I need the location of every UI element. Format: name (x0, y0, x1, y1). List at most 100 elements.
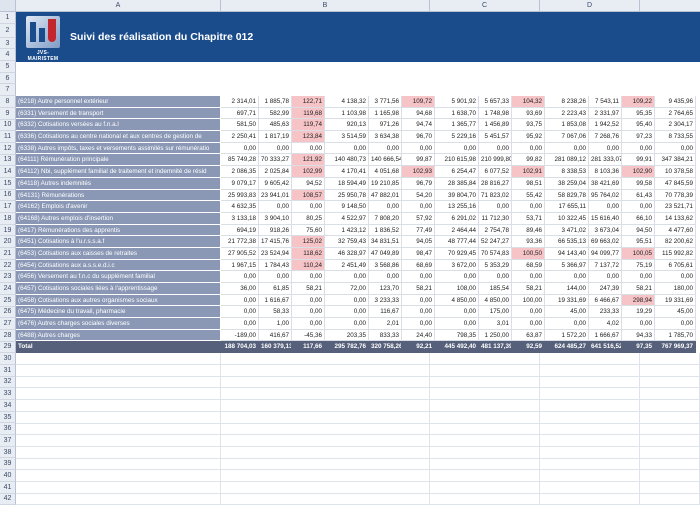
amount-cell[interactable]: 58,33 (259, 306, 292, 319)
amount-cell[interactable]: 15 616,40 (589, 212, 622, 225)
row-number-28[interactable]: 28 (0, 329, 16, 342)
ratio-cell[interactable]: 94,33 (622, 329, 655, 342)
ratio-cell[interactable]: 96,70 (402, 131, 435, 143)
amount-cell[interactable]: 140 480,73 (325, 154, 369, 167)
ratio-cell[interactable]: 100,50 (512, 247, 545, 260)
amount-cell[interactable]: 1 785,70 (655, 329, 696, 342)
amount-cell[interactable]: 3 568,86 (369, 259, 402, 272)
amount-cell[interactable]: 1 942,52 (589, 119, 622, 132)
amount-cell[interactable]: 69 663,02 (589, 236, 622, 248)
ratio-cell[interactable]: 121,92 (292, 154, 325, 167)
row-number-33[interactable]: 33 (0, 388, 16, 400)
amount-cell[interactable]: 7 808,20 (369, 212, 402, 225)
amount-cell[interactable]: 1 456,89 (479, 119, 512, 132)
amount-cell[interactable]: 1 666,67 (589, 329, 622, 342)
row-number-26[interactable]: 26 (0, 306, 16, 319)
empty-row[interactable] (16, 376, 700, 389)
amount-cell[interactable]: 1 165,98 (369, 107, 402, 120)
ratio-cell[interactable]: 0,00 (292, 318, 325, 330)
row-number-22[interactable]: 22 (0, 259, 16, 272)
ratio-cell[interactable]: 119,68 (292, 107, 325, 120)
amount-cell[interactable]: 9 435,96 (655, 96, 696, 108)
amount-cell[interactable]: 3,01 (479, 318, 512, 330)
amount-cell[interactable]: 0,00 (369, 201, 402, 213)
ratio-cell[interactable]: 102,90 (622, 166, 655, 178)
amount-cell[interactable]: 94 143,40 (545, 247, 589, 260)
row-label[interactable]: (6488) Autres charges (16, 329, 221, 342)
ratio-cell[interactable]: 102,99 (292, 166, 325, 178)
amount-cell[interactable]: 210 999,80 (479, 154, 512, 167)
row-label[interactable]: (6451) Cotisations à l'u.r.s.s.a.f (16, 236, 221, 248)
amount-cell[interactable]: 5 451,57 (479, 131, 512, 143)
row-number-20[interactable]: 20 (0, 236, 16, 249)
amount-cell[interactable]: 4 170,41 (325, 166, 369, 178)
amount-cell[interactable]: 2 451,49 (325, 259, 369, 272)
ratio-cell[interactable]: 119,74 (292, 119, 325, 132)
row-number-23[interactable]: 23 (0, 271, 16, 284)
amount-cell[interactable]: 694,19 (221, 224, 259, 237)
amount-cell[interactable]: 798,35 (435, 329, 479, 342)
row-label[interactable]: (6338) Autres impôts, taxes et versement… (16, 142, 221, 155)
ratio-cell[interactable]: 80,25 (292, 212, 325, 225)
amount-cell[interactable]: 281 333,07 (589, 154, 622, 167)
row-number-13[interactable]: 13 (0, 154, 16, 167)
ratio-cell[interactable]: 94,50 (622, 224, 655, 237)
row-label[interactable]: (64112) Nbi, supplément familial de trai… (16, 166, 221, 178)
row-number-39[interactable]: 39 (0, 458, 16, 471)
amount-cell[interactable]: 0,00 (221, 318, 259, 330)
amount-cell[interactable]: 1 250,00 (479, 329, 512, 342)
amount-cell[interactable]: 144,00 (545, 283, 589, 295)
amount-cell[interactable]: 70 574,83 (479, 247, 512, 260)
row-number-42[interactable]: 42 (0, 493, 16, 506)
row-label[interactable]: (64168) Autres emplois d'insertion (16, 212, 221, 225)
amount-cell[interactable]: 175,00 (479, 306, 512, 319)
amount-cell[interactable]: 2 223,43 (545, 107, 589, 120)
amount-cell[interactable]: 582,99 (259, 107, 292, 120)
ratio-cell[interactable]: 94,52 (292, 177, 325, 190)
amount-cell[interactable]: 58 829,78 (545, 189, 589, 202)
amount-cell[interactable]: 71 823,02 (479, 189, 512, 202)
amount-cell[interactable]: 0,00 (259, 271, 292, 283)
amount-cell[interactable]: 19 210,85 (369, 177, 402, 190)
row-label[interactable]: (6218) Autre personnel extérieur (16, 96, 221, 108)
amount-cell[interactable]: 5 657,33 (479, 96, 512, 108)
amount-cell[interactable]: 0,00 (325, 318, 369, 330)
amount-cell[interactable]: 1 967,15 (221, 259, 259, 272)
amount-cell[interactable]: 641 516,52 (589, 341, 622, 354)
ratio-cell[interactable]: 0,00 (512, 142, 545, 155)
row-number-24[interactable]: 24 (0, 283, 16, 295)
amount-cell[interactable]: 3 471,02 (545, 224, 589, 237)
amount-cell[interactable]: 6 466,67 (589, 294, 622, 307)
amount-cell[interactable]: 48 777,44 (435, 236, 479, 248)
amount-cell[interactable]: 481 137,39 (479, 341, 512, 354)
row-label[interactable]: (6417) Rémunérations des apprentis (16, 224, 221, 237)
amount-cell[interactable]: 0,00 (589, 271, 622, 283)
empty-row[interactable] (16, 400, 700, 412)
ratio-cell[interactable]: 58,21 (512, 283, 545, 295)
amount-cell[interactable]: 4 632,35 (221, 201, 259, 213)
amount-cell[interactable]: 8 103,36 (589, 166, 622, 178)
ratio-cell[interactable]: 99,87 (402, 154, 435, 167)
row-number-6[interactable]: 6 (0, 72, 16, 85)
row-label[interactable]: (64111) Rémunération principale (16, 154, 221, 167)
row-number-31[interactable]: 31 (0, 364, 16, 377)
amount-cell[interactable]: 0,00 (589, 142, 622, 155)
amount-cell[interactable]: 11 712,30 (479, 212, 512, 225)
ratio-cell[interactable]: 94,05 (402, 236, 435, 248)
row-number-35[interactable]: 35 (0, 411, 16, 424)
row-label[interactable]: (6456) Versement au f.n.c du supplément … (16, 271, 221, 283)
amount-cell[interactable]: 1 853,08 (545, 119, 589, 132)
column-header-b[interactable]: B (221, 0, 430, 12)
row-number-12[interactable]: 12 (0, 142, 16, 155)
amount-cell[interactable]: 3 634,38 (369, 131, 402, 143)
ratio-cell[interactable]: 95,35 (622, 107, 655, 120)
amount-cell[interactable]: 10 322,45 (545, 212, 589, 225)
ratio-cell[interactable]: 109,22 (622, 96, 655, 108)
amount-cell[interactable]: 66 535,13 (545, 236, 589, 248)
amount-cell[interactable]: 95 764,02 (589, 189, 622, 202)
amount-cell[interactable]: 28 385,84 (435, 177, 479, 190)
ratio-cell[interactable]: 123,84 (292, 131, 325, 143)
amount-cell[interactable]: 10 378,58 (655, 166, 696, 178)
row-label[interactable]: (64162) Emplois d'avenir (16, 201, 221, 213)
amount-cell[interactable]: 4 138,32 (325, 96, 369, 108)
